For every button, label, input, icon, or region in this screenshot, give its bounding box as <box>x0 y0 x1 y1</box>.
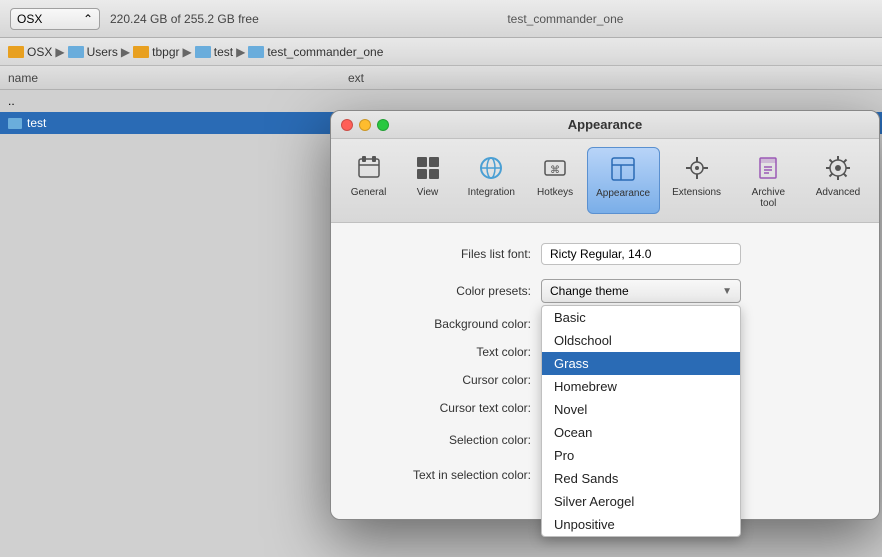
dropdown-item-novel[interactable]: Novel <box>542 398 740 421</box>
cursor-color-label: Cursor color: <box>361 373 531 387</box>
advanced-icon <box>822 152 854 184</box>
color-presets-dropdown-wrapper: Change theme ▼ Basic Oldschool Grass Hom… <box>541 279 741 303</box>
view-icon <box>412 152 444 184</box>
window-title: test_commander_one <box>259 12 872 26</box>
dialog-content: Files list font: Ricty Regular, 14.0 Col… <box>331 223 879 519</box>
dialog-title: Appearance <box>568 117 642 132</box>
dropdown-item-oldschool[interactable]: Oldschool <box>542 329 740 352</box>
tab-appearance[interactable]: Appearance <box>587 147 660 214</box>
tab-hotkeys-label: Hotkeys <box>537 187 573 198</box>
breadcrumb-tbpgr[interactable]: tbpgr <box>152 45 179 59</box>
dropdown-item-unpositive[interactable]: Unpositive <box>542 513 740 536</box>
chevron-down-icon: ▼ <box>722 286 732 297</box>
dropdown-item-ocean[interactable]: Ocean <box>542 421 740 444</box>
osx-chevron-icon: ⌃ <box>83 12 93 26</box>
title-bar: OSX ⌃ 220.24 GB of 255.2 GB free test_co… <box>0 0 882 38</box>
tab-integration-label: Integration <box>468 187 515 198</box>
files-list-font-input[interactable]: Ricty Regular, 14.0 <box>541 243 741 265</box>
maximize-button[interactable] <box>377 119 389 131</box>
dialog-toolbar: General View <box>331 139 879 223</box>
extensions-icon <box>681 152 713 184</box>
files-list-font-label: Files list font: <box>361 247 531 261</box>
color-presets-control: Change theme ▼ Basic Oldschool Grass Hom… <box>541 279 849 303</box>
osx-label: OSX <box>17 12 42 26</box>
tab-integration[interactable]: Integration <box>459 147 524 214</box>
tab-advanced-label: Advanced <box>816 187 860 198</box>
color-presets-label: Color presets: <box>361 284 531 298</box>
breadcrumb-users[interactable]: Users <box>87 45 118 59</box>
osx-selector[interactable]: OSX ⌃ <box>10 8 100 30</box>
breadcrumb-test[interactable]: test <box>214 45 233 59</box>
appearance-icon <box>607 153 639 185</box>
folder-icon <box>8 118 22 129</box>
background-color-label: Background color: <box>361 317 531 331</box>
archive-tool-icon <box>752 152 784 184</box>
tab-extensions-label: Extensions <box>672 187 721 198</box>
general-icon <box>353 152 385 184</box>
file-row-parent[interactable]: .. <box>0 90 882 112</box>
tab-view-label: View <box>417 187 439 198</box>
tab-view[interactable]: View <box>400 147 455 214</box>
tab-general-label: General <box>351 187 387 198</box>
folder-icon-test-commander <box>248 46 264 58</box>
file-list-header: name ext <box>0 66 882 90</box>
tab-hotkeys[interactable]: ⌘ Hotkeys <box>528 147 583 214</box>
file-name-parent: .. <box>8 94 15 108</box>
tab-archive-tool-label: Archive tool <box>744 187 793 209</box>
text-color-label: Text color: <box>361 345 531 359</box>
folder-icon-test <box>195 46 211 58</box>
tab-extensions[interactable]: Extensions <box>664 147 730 214</box>
files-list-font-row: Files list font: Ricty Regular, 14.0 <box>361 243 849 265</box>
dropdown-item-pro[interactable]: Pro <box>542 444 740 467</box>
dropdown-item-silver-aerogel[interactable]: Silver Aerogel <box>542 490 740 513</box>
dropdown-item-basic[interactable]: Basic <box>542 306 740 329</box>
color-presets-row: Color presets: Change theme ▼ Basic Olds… <box>361 279 849 303</box>
traffic-lights <box>341 119 389 131</box>
color-presets-dropdown-button[interactable]: Change theme ▼ <box>541 279 741 303</box>
files-list-font-control: Ricty Regular, 14.0 <box>541 243 849 265</box>
file-name-test: test <box>27 116 46 130</box>
folder-icon-users <box>68 46 84 58</box>
text-in-selection-color-label: Text in selection color: <box>361 468 531 482</box>
tab-appearance-label: Appearance <box>596 188 650 199</box>
column-header-name[interactable]: name <box>8 71 348 85</box>
folder-icon-tbpgr <box>133 46 149 58</box>
color-presets-dropdown-menu: Basic Oldschool Grass Homebrew Novel Oce… <box>541 305 741 537</box>
file-manager: OSX ⌃ 220.24 GB of 255.2 GB free test_co… <box>0 0 882 557</box>
integration-icon <box>475 152 507 184</box>
breadcrumb: OSX ▶ Users ▶ tbpgr ▶ test ▶ test_comman… <box>0 38 882 66</box>
tab-general[interactable]: General <box>341 147 396 214</box>
breadcrumb-test-commander-one[interactable]: test_commander_one <box>267 45 383 59</box>
breadcrumb-osx[interactable]: OSX <box>27 45 52 59</box>
tab-advanced[interactable]: Advanced <box>807 147 869 214</box>
dialog-title-bar: Appearance <box>331 111 879 139</box>
selection-color-label: Selection color: <box>361 433 531 447</box>
hotkeys-icon: ⌘ <box>539 152 571 184</box>
svg-text:⌘: ⌘ <box>550 165 560 176</box>
folder-icon <box>8 46 24 58</box>
tab-archive-tool[interactable]: Archive tool <box>734 147 803 214</box>
cursor-text-color-label: Cursor text color: <box>361 401 531 415</box>
disk-info: 220.24 GB of 255.2 GB free <box>110 12 259 26</box>
minimize-button[interactable] <box>359 119 371 131</box>
column-header-ext[interactable]: ext <box>348 71 874 85</box>
dropdown-item-grass[interactable]: Grass <box>542 352 740 375</box>
dropdown-item-red-sands[interactable]: Red Sands <box>542 467 740 490</box>
dropdown-item-homebrew[interactable]: Homebrew <box>542 375 740 398</box>
close-button[interactable] <box>341 119 353 131</box>
appearance-dialog: Appearance General <box>330 110 880 520</box>
color-presets-value: Change theme <box>550 284 629 298</box>
